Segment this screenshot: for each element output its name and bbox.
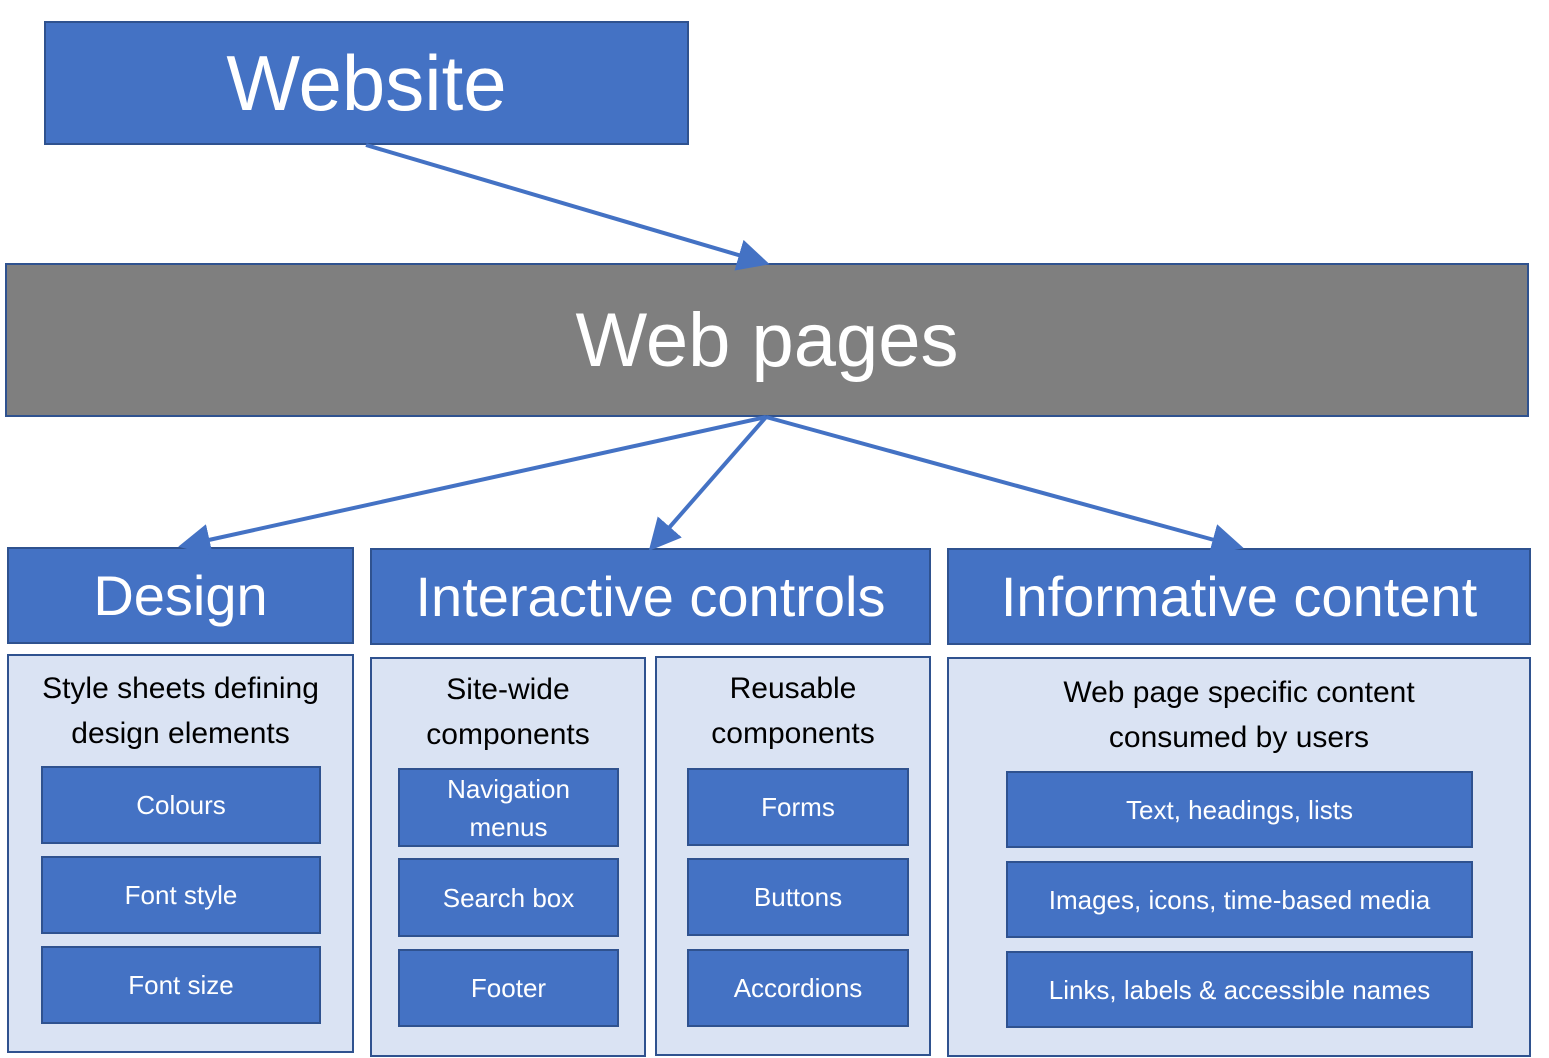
reusable-item-buttons: Buttons bbox=[687, 858, 909, 936]
design-label: Design bbox=[93, 564, 268, 627]
site-wide-item-navigation-menus: Navigation menus bbox=[398, 768, 619, 847]
informative-panel: Web page specific content consumed by us… bbox=[947, 657, 1531, 1057]
site-wide-item-label: Search box bbox=[442, 882, 575, 913]
design-item-font-style: Font style bbox=[41, 856, 321, 934]
site-wide-item-label: Navigation menus bbox=[447, 773, 570, 842]
informative-item-label: Links, labels & accessible names bbox=[1048, 974, 1431, 1005]
site-wide-item-label: Footer bbox=[470, 973, 547, 1003]
reusable-item-forms: Forms bbox=[687, 768, 909, 846]
site-wide-item-search-box: Search box bbox=[398, 858, 619, 937]
website-label: Website bbox=[226, 38, 507, 127]
informative-item-links: Links, labels & accessible names bbox=[1006, 951, 1473, 1028]
interactive-controls-node: Interactive controls bbox=[370, 548, 931, 645]
design-item-label: Font style bbox=[124, 880, 238, 910]
webpages-node: Web pages bbox=[5, 263, 1529, 417]
reusable-item-accordions: Accordions bbox=[687, 949, 909, 1027]
interactive-controls-label: Interactive controls bbox=[415, 565, 886, 628]
reusable-item-label: Forms bbox=[761, 792, 835, 822]
informative-panel-title: Web page specific content consumed by us… bbox=[1063, 676, 1415, 754]
reusable-item-label: Accordions bbox=[733, 973, 863, 1003]
arrow-website-to-webpages bbox=[365, 143, 770, 271]
informative-content-label: Informative content bbox=[1000, 565, 1478, 628]
design-item-label: Font size bbox=[128, 970, 234, 1000]
design-panel-title: Style sheets defining design elements bbox=[42, 672, 319, 750]
informative-item-label: Text, headings, lists bbox=[1126, 794, 1353, 825]
reusable-item-label: Buttons bbox=[753, 882, 843, 912]
reusable-panel: Reusable components Forms Buttons Accord… bbox=[655, 656, 931, 1056]
website-node: Website bbox=[44, 21, 689, 145]
design-item-label: Colours bbox=[136, 790, 226, 820]
informative-item-text: Text, headings, lists bbox=[1006, 771, 1473, 848]
informative-content-node: Informative content bbox=[947, 548, 1531, 645]
design-node: Design bbox=[7, 547, 354, 644]
site-wide-panel: Site-wide components Navigation menus Se… bbox=[370, 657, 646, 1057]
design-item-colours: Colours bbox=[41, 766, 321, 844]
informative-item-label: Images, icons, time-based media bbox=[1048, 884, 1431, 915]
arrow-webpages-to-informative bbox=[765, 415, 1244, 556]
site-wide-panel-title: Site-wide components bbox=[426, 673, 590, 751]
site-wide-item-footer: Footer bbox=[398, 949, 619, 1027]
design-item-font-size: Font size bbox=[41, 946, 321, 1024]
reusable-panel-title: Reusable components bbox=[711, 672, 875, 750]
webpages-label: Web pages bbox=[575, 297, 959, 383]
arrow-webpages-to-design bbox=[178, 415, 767, 556]
arrow-webpages-to-interactive bbox=[648, 415, 768, 552]
design-panel: Style sheets defining design elements Co… bbox=[7, 654, 354, 1053]
informative-item-images: Images, icons, time-based media bbox=[1006, 861, 1473, 938]
